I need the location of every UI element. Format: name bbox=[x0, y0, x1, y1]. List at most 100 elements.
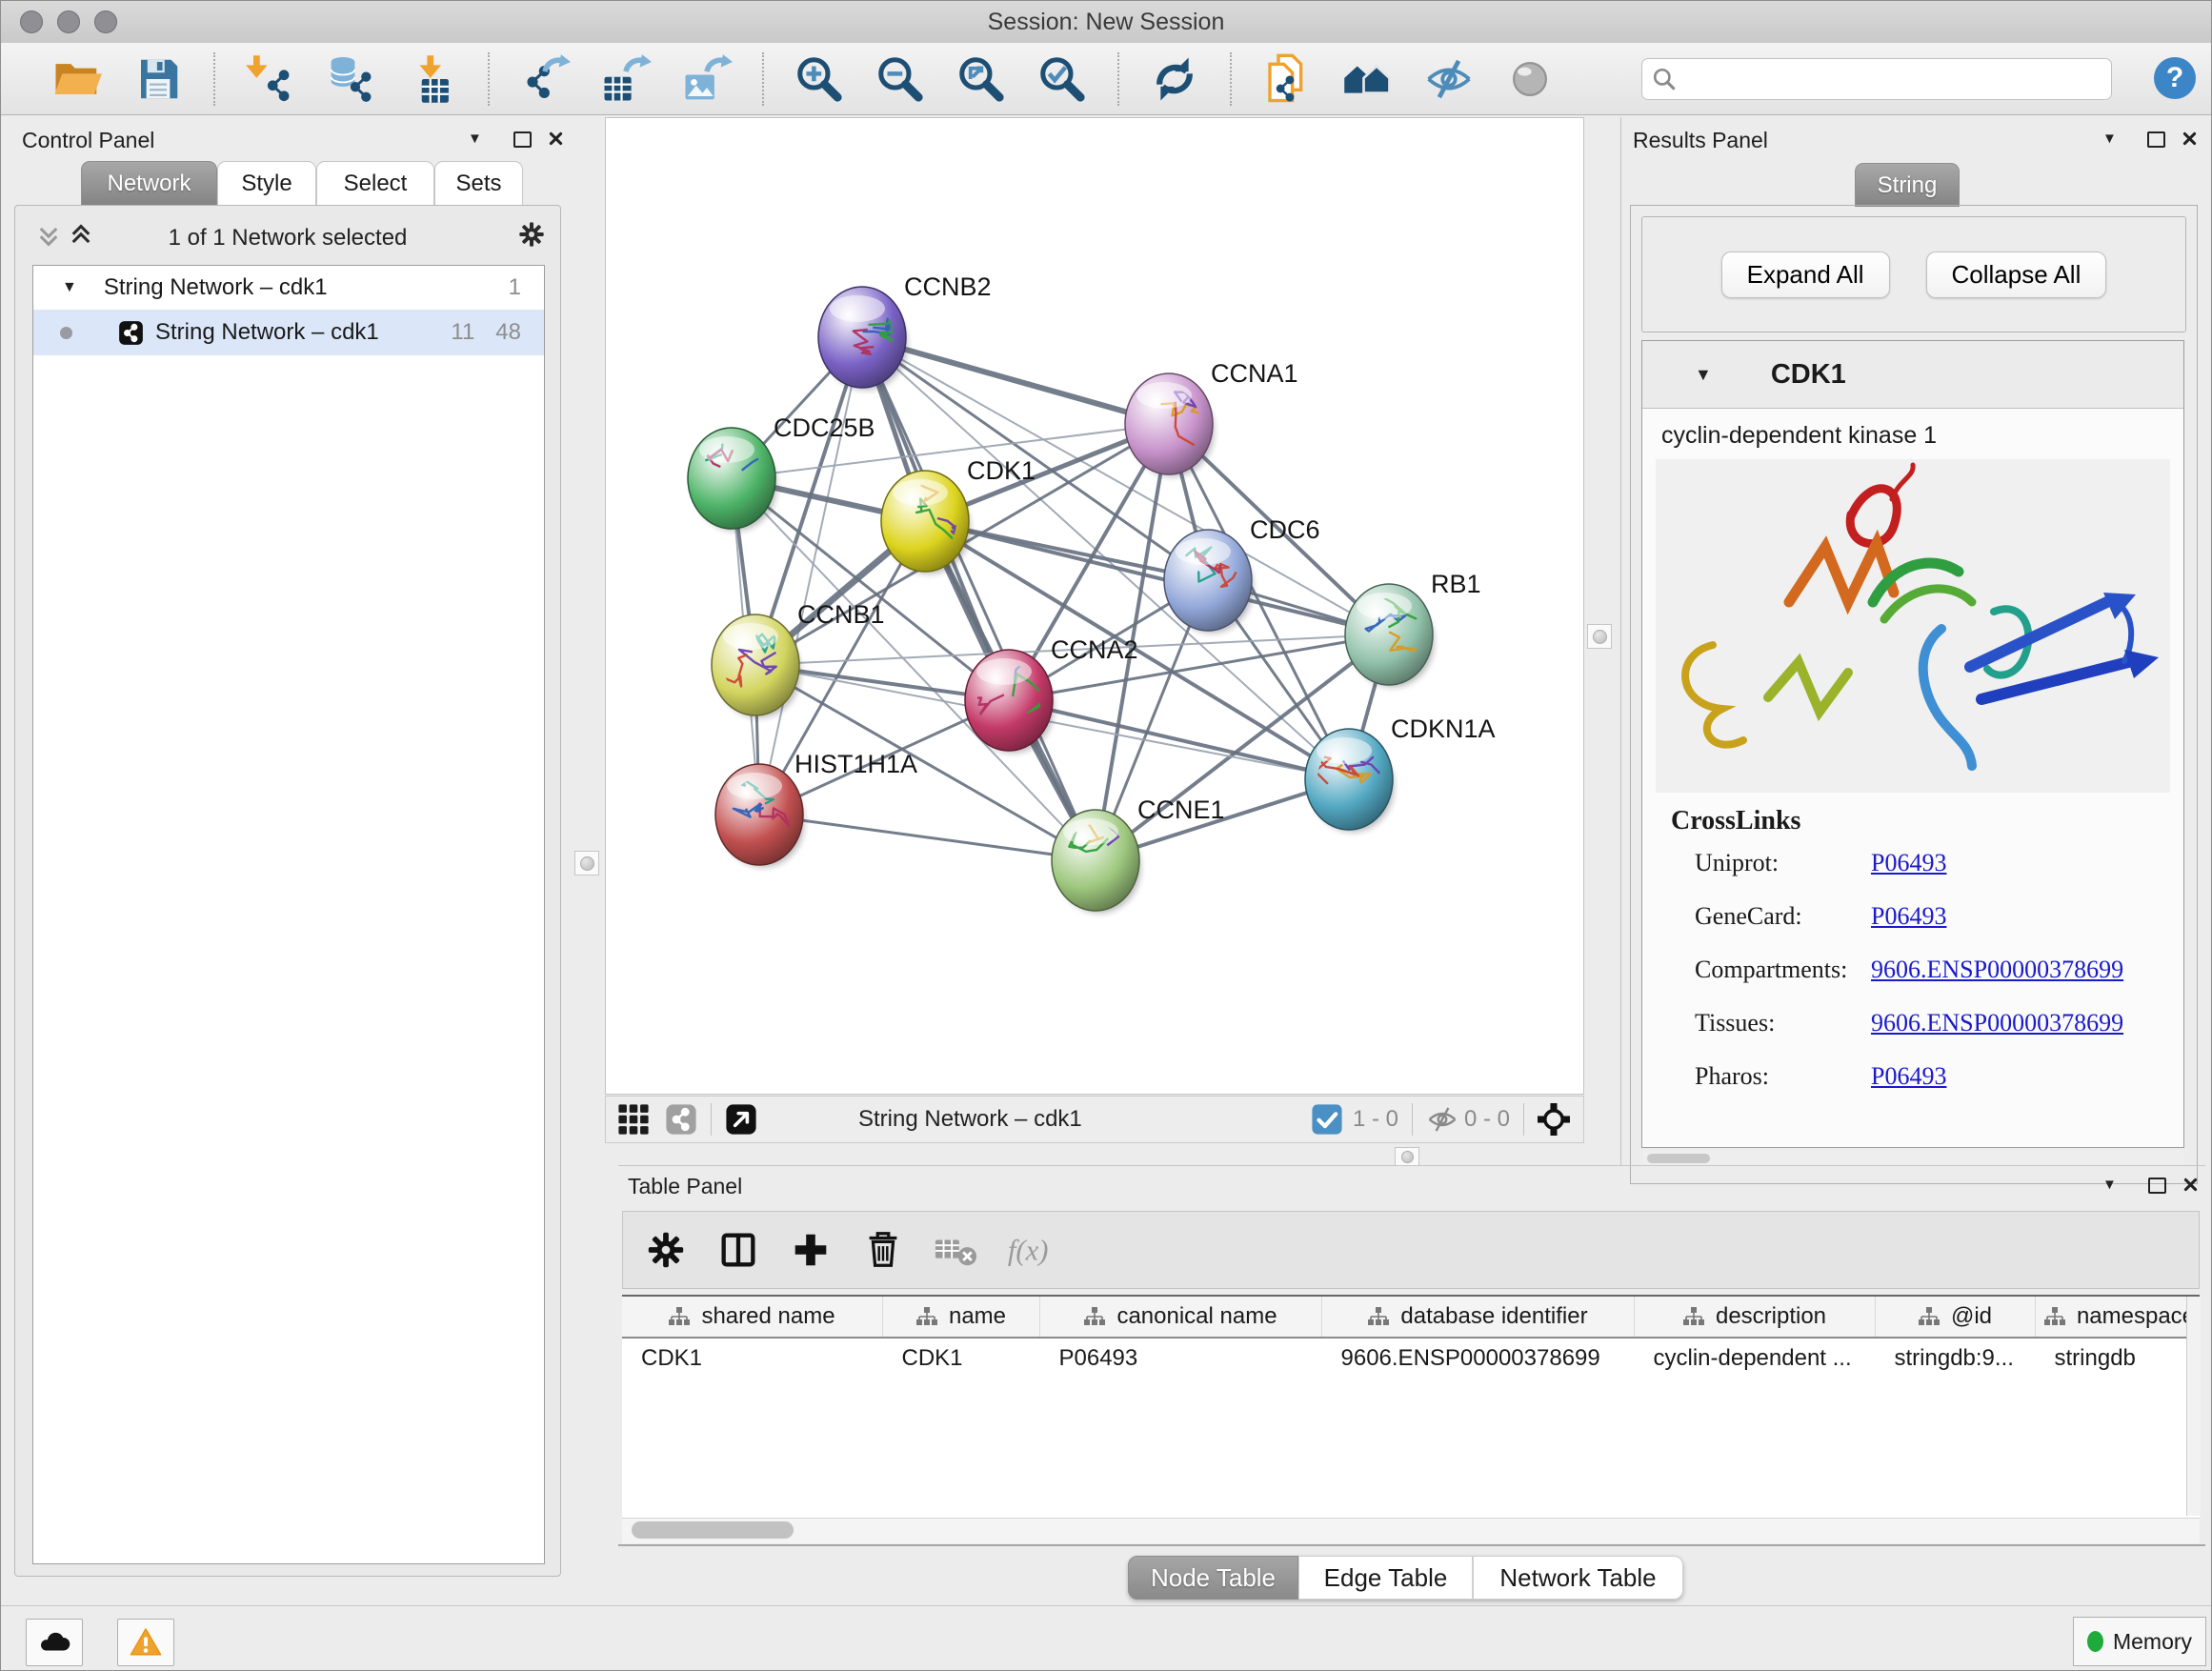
crosslink-link[interactable]: 9606.ENSP00000378699 bbox=[1871, 956, 2123, 984]
node-HIST1H1A[interactable] bbox=[715, 764, 805, 868]
function-builder-button[interactable]: f(x) bbox=[1006, 1228, 1050, 1272]
warning-button[interactable] bbox=[117, 1619, 174, 1666]
home-networks-button[interactable] bbox=[1342, 53, 1394, 105]
tab-style[interactable]: Style bbox=[217, 161, 316, 205]
column-header-database-identifier[interactable]: database identifier bbox=[1322, 1297, 1635, 1338]
export-table-button[interactable] bbox=[600, 53, 652, 105]
node-CCNB1[interactable] bbox=[712, 614, 801, 718]
tab-network-table[interactable]: Network Table bbox=[1473, 1556, 1683, 1600]
network-from-file-button[interactable] bbox=[1261, 53, 1313, 105]
control-panel-close-icon[interactable] bbox=[548, 131, 564, 147]
node-CDK1[interactable] bbox=[881, 470, 971, 574]
node-CDC6[interactable] bbox=[1164, 530, 1254, 634]
import-table-button[interactable] bbox=[407, 53, 458, 105]
tab-select[interactable]: Select bbox=[316, 161, 434, 205]
hide-selected-button[interactable] bbox=[1423, 53, 1475, 105]
table-vertical-scrollbar[interactable] bbox=[2186, 1297, 2201, 1516]
help-button[interactable]: ? bbox=[2154, 57, 2196, 99]
export-network-button[interactable] bbox=[519, 53, 571, 105]
zoom-in-button[interactable] bbox=[794, 53, 845, 105]
column-header-canonical-name[interactable]: canonical name bbox=[1040, 1297, 1322, 1338]
column-header-description[interactable]: description bbox=[1635, 1297, 1876, 1338]
node-label-CCNA1: CCNA1 bbox=[1211, 359, 1298, 388]
results-panel-close-icon[interactable] bbox=[2182, 131, 2198, 147]
clear-table-button[interactable] bbox=[934, 1228, 977, 1272]
memory-button[interactable]: Memory bbox=[2073, 1617, 2206, 1666]
refresh-layout-button[interactable] bbox=[1149, 53, 1200, 105]
table-horizontal-scrollbar[interactable] bbox=[622, 1518, 2200, 1543]
split-columns-button[interactable] bbox=[716, 1228, 760, 1272]
import-network-button[interactable] bbox=[245, 53, 296, 105]
zoom-selected-icon bbox=[1036, 53, 1088, 105]
toolbar-separator bbox=[1117, 52, 1119, 106]
bottom-splitter-handle[interactable] bbox=[1395, 1147, 1419, 1166]
network-collection-row[interactable]: ▼ String Network – cdk1 1 bbox=[33, 266, 544, 310]
fit-content-icon[interactable] bbox=[1538, 1103, 1570, 1136]
node-CCNA2[interactable] bbox=[950, 640, 1054, 754]
settings-gear-button[interactable] bbox=[644, 1228, 688, 1272]
node-CCNB2[interactable] bbox=[818, 287, 908, 391]
zoom-out-button[interactable] bbox=[875, 53, 926, 105]
hidden-counts: 0 - 0 bbox=[1464, 1106, 1510, 1133]
crosslink-link[interactable]: 9606.ENSP00000378699 bbox=[1871, 1009, 2123, 1037]
results-panel-collapse-icon[interactable]: ▼ bbox=[2102, 131, 2117, 147]
results-panel-float-icon[interactable] bbox=[2147, 131, 2165, 148]
collection-disclosure-icon[interactable]: ▼ bbox=[62, 279, 77, 296]
status-bar: Memory bbox=[1, 1605, 2211, 1671]
table-panel-collapse-icon[interactable]: ▼ bbox=[2102, 1177, 2117, 1193]
left-splitter-handle[interactable] bbox=[574, 851, 599, 876]
tab-network[interactable]: Network bbox=[81, 161, 217, 205]
column-header-shared-name[interactable]: shared name bbox=[622, 1297, 883, 1338]
tab-node-table[interactable]: Node Table bbox=[1128, 1556, 1298, 1600]
collapse-all-button[interactable]: Collapse All bbox=[1926, 252, 2107, 298]
zoom-selected-button[interactable] bbox=[1036, 53, 1088, 105]
cloud-button[interactable] bbox=[26, 1619, 83, 1666]
tab-sets[interactable]: Sets bbox=[434, 161, 523, 205]
node-RB1[interactable] bbox=[1345, 584, 1435, 688]
node-CDKN1A[interactable] bbox=[1305, 729, 1395, 833]
crosslink-row: Tissues:9606.ENSP00000378699 bbox=[1695, 997, 2183, 1050]
share-network-icon[interactable] bbox=[665, 1103, 697, 1136]
results-tab-string[interactable]: String bbox=[1855, 163, 1960, 207]
show-graphics-details-button[interactable] bbox=[1504, 53, 1556, 105]
table-panel-close-icon[interactable] bbox=[2182, 1177, 2199, 1193]
node-label-CDC25B: CDC25B bbox=[774, 413, 875, 442]
crosslink-link[interactable]: P06493 bbox=[1871, 902, 1946, 931]
node-CDC25B[interactable] bbox=[688, 427, 821, 532]
column-header-name[interactable]: name bbox=[883, 1297, 1040, 1338]
table-panel-float-icon[interactable] bbox=[2148, 1178, 2166, 1194]
delete-row-button[interactable] bbox=[861, 1228, 905, 1272]
control-panel: Control Panel ▼ NetworkStyleSelectSets 1… bbox=[9, 117, 567, 1577]
control-panel-collapse-icon[interactable]: ▼ bbox=[468, 131, 482, 147]
grid-mode-icon[interactable] bbox=[617, 1103, 650, 1136]
network-options-gear-icon[interactable] bbox=[516, 219, 547, 250]
node-CCNE1[interactable] bbox=[1052, 795, 1141, 914]
save-session-button[interactable] bbox=[132, 53, 184, 105]
table-scrollbar-thumb[interactable] bbox=[632, 1521, 794, 1539]
control-panel-float-icon[interactable] bbox=[513, 131, 532, 148]
add-row-button[interactable] bbox=[789, 1228, 833, 1272]
search-input[interactable] bbox=[1677, 65, 2111, 93]
export-image-button[interactable] bbox=[681, 53, 733, 105]
network-canvas[interactable]: CCNB2CCNA1CDC25BCDK1CDC6RB1CCNB1CCNA2CDK… bbox=[605, 117, 1584, 1095]
results-scrollbar-thumb[interactable] bbox=[1647, 1154, 1710, 1163]
network-row[interactable]: String Network – cdk1 11 48 bbox=[33, 310, 544, 355]
open-session-button[interactable] bbox=[51, 53, 103, 105]
zoom-fit-button[interactable] bbox=[955, 53, 1007, 105]
crosslink-link[interactable]: P06493 bbox=[1871, 1062, 1946, 1091]
column-header-namespace[interactable]: namespace bbox=[2036, 1297, 2201, 1338]
table-cell: CDK1 bbox=[883, 1338, 1040, 1379]
import-network-database-button[interactable] bbox=[326, 53, 377, 105]
protein-disclosure-icon[interactable]: ▼ bbox=[1695, 365, 1712, 385]
tab-edge-table[interactable]: Edge Table bbox=[1298, 1556, 1473, 1600]
selected-checkbox-icon[interactable] bbox=[1311, 1103, 1343, 1136]
column-header--id[interactable]: @id bbox=[1876, 1297, 2036, 1338]
node-CCNA1[interactable] bbox=[1125, 373, 1215, 477]
right-splitter-handle[interactable] bbox=[1587, 624, 1612, 649]
protein-card-header[interactable]: ▼ CDK1 bbox=[1642, 341, 2183, 409]
table-row[interactable]: CDK1CDK1P064939606.ENSP00000378699cyclin… bbox=[622, 1338, 2200, 1379]
crosslink-link[interactable]: P06493 bbox=[1871, 849, 1946, 877]
zoom-out-icon bbox=[875, 53, 926, 105]
open-external-icon[interactable] bbox=[725, 1103, 757, 1136]
expand-all-button[interactable]: Expand All bbox=[1721, 252, 1890, 298]
